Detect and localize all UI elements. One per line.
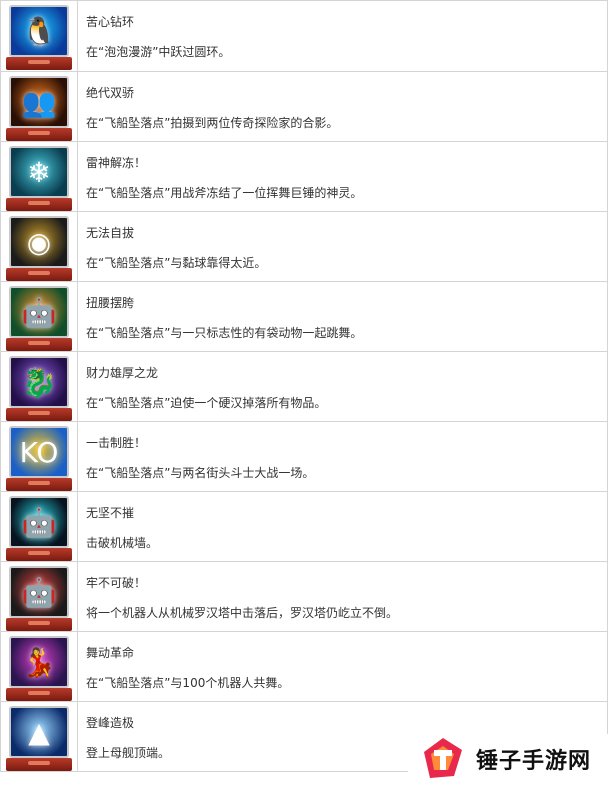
trophy-description: 在“飞船坠落点”拍摄到两位传奇探险家的合影。 [86,116,339,130]
trophy-description: 在“飞船坠落点”用战斧冻结了一位挥舞巨锤的神灵。 [86,186,363,200]
trophy-description: 登上母舰顶端。 [86,746,171,760]
trophy-title: 登峰造极 [86,716,135,730]
trophy-title: 无坚不摧 [86,506,135,520]
watermark-text: 锤子手游网 [476,749,592,774]
trophy-icon-cell: ▲ [1,702,78,771]
trophy-description: 在“飞船坠落点”与黏球靠得太近。 [86,256,267,270]
trophy-row: 🤖 无坚不摧击破机械墙。 [0,492,608,562]
dragon-icon: 🐉 [6,355,72,421]
trophy-title: 牢不可破！ [86,576,147,590]
trophy-title: 绝代双骄 [86,86,135,100]
trophy-icon-cell: 🐉 [1,352,78,421]
trophy-title: 无法自拔 [86,226,135,240]
trophy-description: 将一个机器人从机械罗汉塔中击落后，罗汉塔仍屹立不倒。 [86,606,399,620]
trophy-title: 扭腰摆胯 [86,296,135,310]
penguin-ring-icon: 🐧 [6,4,72,70]
trophy-icon-cell: 🤖 [1,282,78,351]
trophy-title: 一击制胜！ [86,436,147,450]
trophy-row: 🐧 苦心钻环在“泡泡漫游”中跃过圆环。 [0,1,608,72]
trophy-row: 🤖 扭腰摆胯在“飞船坠落点”与一只标志性的有袋动物一起跳舞。 [0,282,608,352]
trophy-art-glyph: 🤖 [21,575,57,609]
ko-burst-icon: KO [6,425,72,491]
trophy-list: 🐧 苦心钻环在“泡泡漫游”中跃过圆环。 👥 绝代双骄在“飞船坠落点”拍摄到两位传奇探险… [0,0,608,772]
trophy-icon-cell: ◉ [1,212,78,281]
trophy-icon-cell: KO [1,422,78,491]
robot-spotlight-icon: 🤖 [6,495,72,561]
trophy-row: KO 一击制胜！ 在“飞船坠落点”与两名街头斗士大战一场。 [0,422,608,492]
trophy-title: 财力雄厚之龙 [86,366,159,380]
trophy-art-glyph: ◉ [26,225,52,259]
trophy-icon-cell: 💃 [1,632,78,701]
trophy-plinth [6,478,72,491]
trophy-description: 击破机械墙。 [86,536,159,550]
hammer-logo-icon [420,736,466,782]
trophy-plinth [6,268,72,281]
trophy-art-glyph: 👥 [21,85,57,119]
trophy-art-glyph: KO [19,435,59,469]
silhouette-duo-icon: 👥 [6,75,72,141]
trophy-title: 雷神解冻！ [86,156,147,170]
site-watermark: 锤子手游网 [408,734,610,784]
trophy-art-glyph: 🐉 [21,365,57,399]
robot-crowd-icon: 💃 [6,635,72,701]
trophy-row: 🐉 财力雄厚之龙在“飞船坠落点”迫使一个硬汉掉落所有物品。 [0,352,608,422]
trophy-row: 👥 绝代双骄在“飞船坠落点”拍摄到两位传奇探险家的合影。 [0,72,608,142]
sticky-ball-icon: ◉ [6,215,72,281]
trophy-plinth [6,408,72,421]
trophy-art-glyph: 🤖 [21,505,57,539]
trophy-description: 在“飞船坠落点”与100个机器人共舞。 [86,676,290,690]
trophy-icon-cell: ❄ [1,142,78,211]
trophy-icon-cell: 🤖 [1,562,78,631]
trophy-plinth [6,758,72,771]
trophy-row: ◉ 无法自拔在“飞船坠落点”与黏球靠得太近。 [0,212,608,282]
trophy-row: 💃 舞动革命在“飞船坠落点”与100个机器人共舞。 [0,632,608,702]
trophy-row: 🤖 牢不可破！ 将一个机器人从机械罗汉塔中击落后，罗汉塔仍屹立不倒。 [0,562,608,632]
trophy-description: 在“泡泡漫游”中跃过圆环。 [86,45,231,59]
trophy-plinth [6,618,72,631]
trophy-art-glyph: 🐧 [21,14,57,48]
trophy-title: 苦心钻环 [86,15,135,29]
frozen-god-icon: ❄ [6,145,72,211]
trophy-row: ❄ 雷神解冻！ 在“飞船坠落点”用战斧冻结了一位挥舞巨锤的神灵。 [0,142,608,212]
trophy-description: 在“飞船坠落点”与两名街头斗士大战一场。 [86,466,315,480]
trophy-art-glyph: 🤖 [21,295,57,329]
trophy-plinth [6,338,72,351]
robot-tower-icon: 🤖 [6,565,72,631]
trophy-icon-cell: 🐧 [1,1,78,71]
trophy-plinth [6,57,72,70]
trophy-description: 在“飞船坠落点”与一只标志性的有袋动物一起跳舞。 [86,326,363,340]
trophy-art-glyph: ▲ [28,715,50,749]
trophy-art-glyph: 💃 [21,645,57,679]
trophy-plinth [6,128,72,141]
trophy-plinth [6,548,72,561]
summit-spire-icon: ▲ [6,705,72,771]
dancing-robot-icon: 🤖 [6,285,72,351]
trophy-art-glyph: ❄ [27,155,51,189]
trophy-icon-cell: 👥 [1,72,78,141]
trophy-plinth [6,688,72,701]
trophy-plinth [6,198,72,211]
trophy-description: 在“飞船坠落点”迫使一个硬汉掉落所有物品。 [86,396,327,410]
trophy-title: 舞动革命 [86,646,135,660]
trophy-icon-cell: 🤖 [1,492,78,561]
